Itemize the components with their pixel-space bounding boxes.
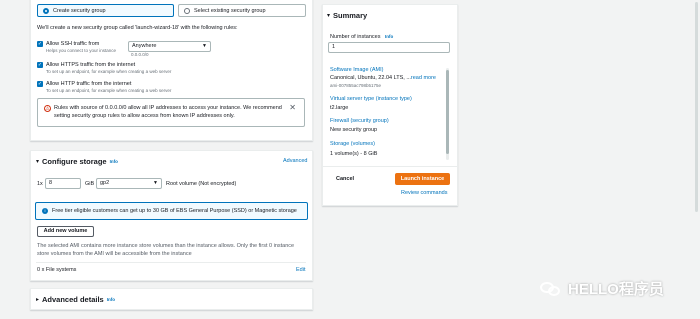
ssh-rule-row: ✓ Allow SSH traffic from Helps you conne… bbox=[37, 41, 116, 53]
chevron-down-icon: ▼ bbox=[153, 180, 158, 186]
https-rule-title: Allow HTTPS traffic from the internet bbox=[46, 62, 136, 68]
radio-selected-icon bbox=[43, 7, 49, 14]
http-rule-row: ✓ Allow HTTP traffic from the internet T… bbox=[37, 81, 171, 93]
volume-type-value: gp2 bbox=[100, 180, 110, 186]
launch-instance-label: Launch instance bbox=[400, 176, 445, 182]
http-rule-title: Allow HTTP traffic from the internet bbox=[46, 81, 132, 87]
summary-header[interactable]: ▾ Summary bbox=[327, 11, 367, 20]
number-of-instances-info-link[interactable]: Info bbox=[385, 34, 393, 39]
ami-value-text: Canonical, Ubuntu, 22.04 LTS, ... bbox=[330, 75, 411, 81]
launch-instance-button[interactable]: Launch instance bbox=[395, 173, 450, 185]
storage-link[interactable]: Storage (volumes) bbox=[330, 141, 375, 147]
ami-id: ami-007855ac798b5175e bbox=[330, 83, 382, 88]
https-rule-row: ✓ Allow HTTPS traffic from the internet … bbox=[37, 62, 171, 74]
info-icon: i bbox=[42, 208, 48, 214]
configure-storage-title: Configure storage bbox=[42, 157, 107, 166]
instance-type-value: t2.large bbox=[330, 105, 349, 111]
caret-right-icon: ▸ bbox=[36, 297, 40, 303]
caret-down-icon: ▾ bbox=[327, 13, 331, 19]
ssh-rule-sub: Helps you connect to your instance bbox=[46, 48, 117, 53]
advanced-details-info-link[interactable]: Info bbox=[107, 297, 115, 302]
file-systems-edit-link[interactable]: Edit bbox=[296, 267, 305, 273]
storage-value: 1 volume(s) - 8 GiB bbox=[330, 151, 378, 157]
security-warning-text: Rules with source of 0.0.0.0/0 allow all… bbox=[54, 105, 282, 119]
summary-divider bbox=[322, 166, 458, 167]
create-security-group-option[interactable]: Create security group bbox=[37, 4, 174, 17]
ssh-source-cidr: 0.0.0.0/0 bbox=[131, 52, 149, 57]
instance-store-note: The selected AMI contains more instance … bbox=[37, 243, 295, 257]
storage-advanced-link[interactable]: Advanced bbox=[283, 158, 307, 164]
summary-scrollbar[interactable] bbox=[446, 68, 449, 160]
ami-read-more-link[interactable]: read more bbox=[411, 75, 436, 81]
free-tier-text: Free tier eligible customers can get up … bbox=[52, 208, 297, 214]
add-new-volume-button[interactable]: Add new volume bbox=[37, 226, 94, 237]
number-of-instances-input[interactable]: 1 bbox=[328, 42, 450, 53]
https-rule-sub: To set up an endpoint, for example when … bbox=[46, 69, 172, 74]
instance-type-link[interactable]: Virtual server type (instance type) bbox=[330, 96, 412, 102]
advanced-details-header[interactable]: ▸ Advanced details Info bbox=[36, 295, 115, 304]
add-new-volume-label: Add new volume bbox=[43, 228, 88, 234]
number-of-instances-value: 1 bbox=[332, 44, 336, 50]
wechat-logo-icon bbox=[540, 280, 562, 298]
ami-link[interactable]: Software Image (AMI) bbox=[330, 67, 384, 73]
number-of-instances-text: Number of instances bbox=[330, 34, 381, 40]
watermark-text: HELLO程序员 bbox=[568, 281, 664, 298]
create-security-group-label: Create security group bbox=[53, 7, 106, 14]
select-existing-security-group-option[interactable]: Select existing security group bbox=[178, 4, 306, 17]
number-of-instances-label: Number of instances Info bbox=[330, 34, 393, 40]
storage-info-link[interactable]: Info bbox=[110, 159, 118, 164]
ssh-rule-title: Allow SSH traffic from bbox=[46, 41, 100, 47]
ami-value: Canonical, Ubuntu, 22.04 LTS, ...read mo… bbox=[330, 75, 436, 81]
ssh-source-value: Anywhere bbox=[132, 43, 157, 49]
volume-multiplier: 1x bbox=[37, 181, 43, 187]
checkbox-checked-icon[interactable]: ✓ bbox=[37, 41, 43, 47]
volume-size-unit: GiB bbox=[85, 181, 95, 187]
page-scrollbar-thumb[interactable] bbox=[695, 2, 698, 212]
volume-type-select[interactable]: gp2 ▼ bbox=[96, 178, 162, 189]
root-volume-label: Root volume (Not encrypted) bbox=[166, 181, 237, 187]
file-systems-label: 0 x File systems bbox=[37, 267, 77, 273]
storage-divider bbox=[36, 262, 306, 263]
chevron-down-icon: ▼ bbox=[202, 43, 207, 49]
http-rule-sub: To set up an endpoint, for example when … bbox=[46, 88, 172, 93]
volume-size-input[interactable]: 8 bbox=[45, 178, 81, 189]
security-warning-alert: ⚠ Rules with source of 0.0.0.0/0 allow a… bbox=[37, 98, 305, 127]
caret-down-icon: ▾ bbox=[36, 159, 40, 165]
warning-icon: ⚠ bbox=[44, 105, 51, 112]
security-group-description: We'll create a new security group called… bbox=[37, 25, 238, 31]
firewall-value: New security group bbox=[330, 127, 378, 133]
review-commands-link[interactable]: Review commands bbox=[401, 190, 447, 196]
configure-storage-header[interactable]: ▾ Configure storage Info bbox=[36, 157, 118, 166]
cancel-button[interactable]: Cancel bbox=[336, 176, 354, 182]
volume-size-value: 8 bbox=[49, 180, 53, 186]
firewall-link[interactable]: Firewall (security group) bbox=[330, 118, 389, 124]
radio-unselected-icon bbox=[184, 7, 190, 14]
advanced-details-title: Advanced details bbox=[42, 295, 104, 304]
close-icon[interactable]: ✕ bbox=[289, 104, 296, 112]
select-existing-security-group-label: Select existing security group bbox=[194, 7, 266, 14]
checkbox-checked-icon[interactable]: ✓ bbox=[37, 62, 43, 68]
summary-scrollbar-thumb[interactable] bbox=[446, 70, 449, 154]
free-tier-info-box: i Free tier eligible customers can get u… bbox=[35, 202, 308, 220]
watermark: HELLO程序员 bbox=[540, 278, 664, 299]
ssh-source-select[interactable]: Anywhere ▼ bbox=[128, 41, 211, 52]
page-scrollbar-track[interactable] bbox=[694, 0, 699, 319]
summary-title: Summary bbox=[333, 11, 368, 20]
checkbox-checked-icon[interactable]: ✓ bbox=[37, 81, 43, 87]
